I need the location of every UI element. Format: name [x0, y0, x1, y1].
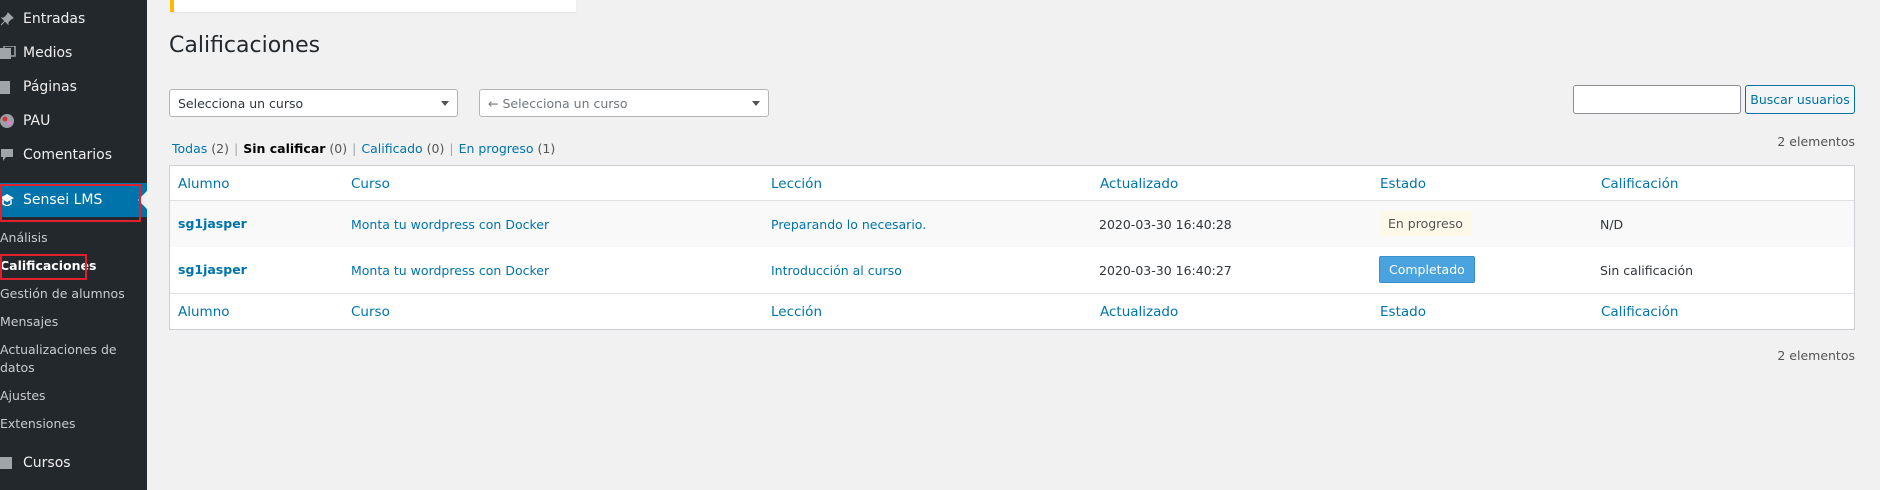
student-link[interactable]: sg1jasper [178, 262, 247, 277]
course-select[interactable]: Selecciona un curso [169, 89, 458, 117]
menu-label: Medios [23, 45, 73, 61]
grade-value: Sin calificación [1600, 263, 1694, 278]
column-header-alumno[interactable]: Alumno [178, 176, 230, 192]
column-footer-leccion[interactable]: Lección [771, 304, 822, 320]
menu-label: PAU [23, 113, 51, 129]
column-footer-estado[interactable]: Estado [1380, 304, 1426, 320]
items-count-bottom: 2 elementos [1777, 348, 1855, 363]
comment-icon [0, 145, 22, 165]
updated-date: 2020-03-30 16:40:27 [1099, 263, 1232, 278]
menu-item-pau[interactable]: PAU [0, 104, 147, 138]
admin-sidebar: Entradas Medios Páginas PAU Comentarios … [0, 0, 147, 490]
view-en-progreso-label: En progreso [458, 141, 534, 156]
view-todas-count: (2) [211, 141, 229, 156]
column-footer-actualizado[interactable]: Actualizado [1100, 304, 1178, 320]
menu-label: Comentarios [23, 147, 113, 163]
page-icon [0, 77, 22, 97]
view-calificado-count: (0) [426, 141, 445, 156]
highlight-box-sensei [0, 184, 141, 222]
view-sin-calificar-count: (0) [329, 141, 348, 156]
submenu-item-mensajes[interactable]: Mensajes [0, 313, 147, 331]
view-todas-label: Todas [172, 141, 208, 156]
course-link[interactable]: Monta tu wordpress con Docker [351, 217, 549, 232]
updated-date: 2020-03-30 16:40:28 [1099, 217, 1232, 232]
course-link[interactable]: Monta tu wordpress con Docker [351, 263, 549, 278]
lesson-select[interactable]: ← Selecciona un curso [479, 89, 769, 117]
menu-item-paginas[interactable]: Páginas [0, 70, 147, 104]
menu-item-medios[interactable]: Medios [0, 36, 147, 70]
status-badge: Completado [1379, 256, 1475, 283]
column-header-curso[interactable]: Curso [351, 176, 390, 192]
search-users-button[interactable]: Buscar usuarios [1745, 85, 1855, 114]
column-footer-calificacion[interactable]: Calificación [1601, 304, 1678, 320]
submenu-item-analisis[interactable]: Análisis [0, 229, 147, 247]
menu-item-cursos[interactable]: Cursos [0, 446, 147, 480]
menu-item-entradas[interactable]: Entradas [0, 2, 147, 36]
view-sin-calificar[interactable]: Sin calificar (0) [243, 141, 347, 156]
submenu-label-line1: Actualizaciones de [0, 342, 117, 357]
view-calificado-label: Calificado [361, 141, 423, 156]
dropdown-arrow-icon [441, 101, 449, 106]
submenu-item-actualizaciones[interactable]: Actualizaciones de datos [0, 341, 147, 377]
highlight-box-calificaciones [0, 254, 87, 280]
lesson-select-value: ← Selecciona un curso [488, 95, 628, 111]
menu-item-comentarios[interactable]: Comentarios [0, 138, 147, 172]
courses-icon [0, 453, 22, 473]
column-footer-alumno[interactable]: Alumno [178, 304, 230, 320]
lesson-link[interactable]: Preparando lo necesario. [771, 217, 926, 232]
submenu-item-ajustes[interactable]: Ajustes [0, 387, 147, 405]
student-link[interactable]: sg1jasper [178, 216, 247, 231]
pau-icon [0, 111, 22, 131]
column-header-calificacion[interactable]: Calificación [1601, 176, 1678, 192]
view-en-progreso[interactable]: En progreso (1) [459, 141, 556, 156]
column-header-leccion[interactable]: Lección [771, 176, 822, 192]
search-input[interactable] [1573, 85, 1741, 114]
status-badge: En progreso [1379, 211, 1472, 236]
view-en-progreso-count: (1) [537, 141, 556, 156]
table-footer-row: Alumno Curso Lección Actualizado Estado … [170, 293, 1854, 329]
media-icon [0, 43, 22, 63]
pushpin-icon [0, 9, 22, 29]
view-sin-calificar-label: Sin calificar [243, 141, 326, 156]
grading-table: Alumno Curso Lección Actualizado Estado … [169, 165, 1855, 330]
view-separator: | [352, 141, 357, 156]
page-title: Calificaciones [169, 33, 321, 58]
grade-value: N/D [1600, 217, 1624, 232]
view-separator: | [233, 141, 239, 156]
view-separator: | [449, 141, 454, 156]
menu-label: Entradas [23, 11, 86, 27]
table-header-row: Alumno Curso Lección Actualizado Estado … [170, 166, 1854, 201]
menu-label: Páginas [23, 79, 77, 95]
menu-label: Cursos [23, 455, 71, 471]
submenu-label-line2: datos [0, 360, 35, 375]
items-count-top: 2 elementos [1777, 134, 1855, 149]
view-calificado[interactable]: Calificado (0) [361, 141, 444, 156]
submenu-item-extensiones[interactable]: Extensiones [0, 415, 147, 433]
view-todas[interactable]: Todas (2) [172, 141, 229, 156]
submenu-item-gestion-alumnos[interactable]: Gestión de alumnos [0, 285, 147, 303]
table-row: sg1jasper Monta tu wordpress con Docker … [170, 247, 1854, 293]
column-header-actualizado[interactable]: Actualizado [1100, 176, 1178, 192]
lesson-link[interactable]: Introducción al curso [771, 263, 902, 278]
status-views: Todas (2) | Sin calificar (0) | Calificado (… [172, 141, 555, 156]
column-footer-curso[interactable]: Curso [351, 304, 390, 320]
column-header-estado[interactable]: Estado [1380, 176, 1426, 192]
dropdown-arrow-icon [752, 101, 760, 106]
course-select-value: Selecciona un curso [178, 95, 304, 111]
table-row: sg1jasper Monta tu wordpress con Docker … [170, 201, 1854, 247]
admin-notice [170, 0, 576, 12]
